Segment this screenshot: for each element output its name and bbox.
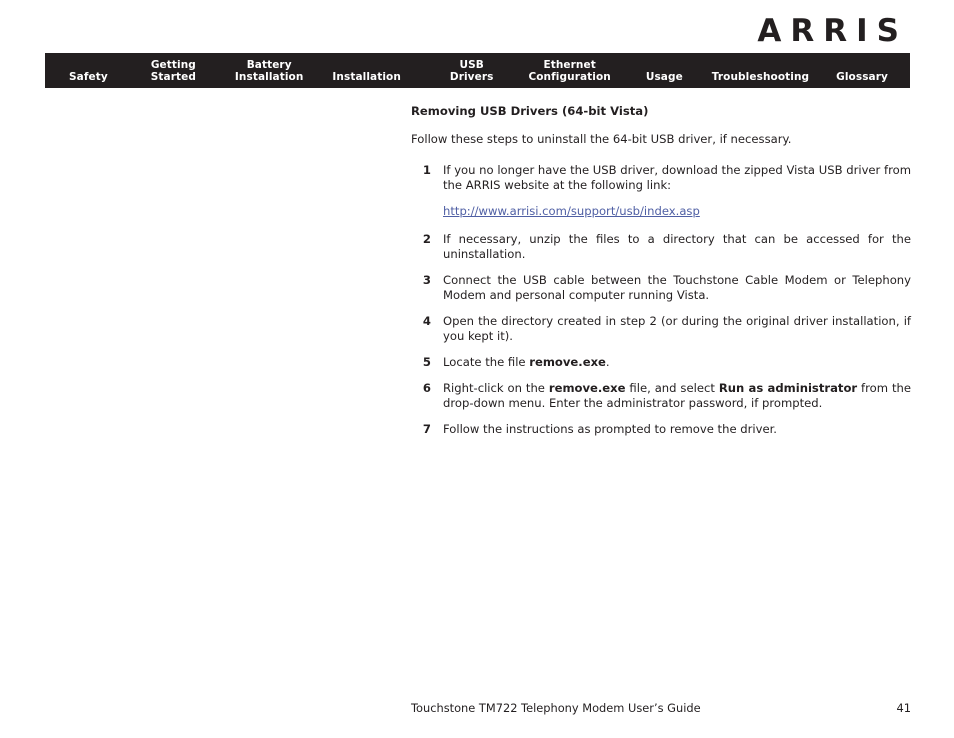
step-number: 3	[422, 273, 431, 287]
step-text-container: Locate the file remove.exe.	[443, 355, 911, 370]
page-title: Removing USB Drivers (64-bit Vista)	[411, 104, 649, 118]
step-text-before: Right-click on the	[443, 381, 549, 395]
nav-item-troubleshooting[interactable]: Troubleshooting	[710, 71, 811, 84]
step-number: 1	[422, 163, 431, 177]
procedure-step-list: 1 If you no longer have the USB driver, …	[411, 163, 911, 437]
step-text: Follow the instructions as prompted to r…	[443, 422, 777, 436]
nav-item-ethernet-configuration[interactable]: Ethernet Configuration	[526, 59, 612, 83]
step-link-container: http://www.arrisi.com/support/usb/index.…	[443, 204, 911, 219]
chapter-navigation-bar: Safety Getting Started Battery Installat…	[45, 53, 910, 88]
page-footer: Touchstone TM722 Telephony Modem User’s …	[411, 701, 911, 715]
brand-bar: ARRIS	[0, 14, 910, 48]
list-item: 7 Follow the instructions as prompted to…	[411, 422, 911, 437]
nav-item-glossary[interactable]: Glossary	[834, 71, 890, 84]
step-text: If you no longer have the USB driver, do…	[443, 163, 911, 192]
step-text-container: Right-click on the remove.exe file, and …	[443, 381, 911, 411]
list-item: 3 Connect the USB cable between the Touc…	[411, 273, 911, 303]
step-text-after: .	[605, 355, 610, 369]
page-number: 41	[896, 701, 912, 715]
nav-item-getting-started[interactable]: Getting Started	[149, 59, 198, 83]
step-text-bold-filename: remove.exe	[529, 355, 606, 369]
arris-logo: ARRIS	[757, 13, 908, 49]
step-text: Open the directory created in step 2 (or…	[443, 314, 911, 343]
step-text: If necessary, unzip the files to a direc…	[443, 232, 911, 261]
list-item: 6 Right-click on the remove.exe file, an…	[411, 381, 911, 411]
step-text: Connect the USB cable between the Touchs…	[443, 273, 911, 302]
intro-paragraph: Follow these steps to uninstall the 64-b…	[411, 132, 792, 146]
step-number: 7	[422, 422, 431, 436]
step-number: 5	[422, 355, 431, 369]
step-text-container: If you no longer have the USB driver, do…	[443, 163, 911, 221]
list-item: 5 Locate the file remove.exe.	[411, 355, 911, 370]
step-number: 4	[422, 314, 431, 328]
step-text-before: Locate the file	[443, 355, 530, 369]
list-item: 1 If you no longer have the USB driver, …	[411, 163, 911, 221]
list-item: 2 If necessary, unzip the files to a dir…	[411, 232, 911, 262]
step-number: 6	[422, 381, 431, 395]
nav-item-installation[interactable]: Installation	[330, 71, 403, 84]
usb-driver-download-link[interactable]: http://www.arrisi.com/support/usb/index.…	[443, 204, 700, 218]
nav-item-safety[interactable]: Safety	[67, 71, 110, 84]
step-number: 2	[422, 232, 431, 246]
list-item: 4 Open the directory created in step 2 (…	[411, 314, 911, 344]
footer-document-title: Touchstone TM722 Telephony Modem User’s …	[411, 701, 701, 715]
nav-item-battery-installation[interactable]: Battery Installation	[233, 59, 306, 83]
step-text-bold-filename: remove.exe	[548, 381, 626, 395]
nav-item-usb-drivers[interactable]: USB Drivers	[448, 59, 496, 83]
step-text-bold-menu-command: Run as administrator	[718, 381, 858, 395]
step-text-mid: file, and select	[625, 381, 719, 395]
page-content: Removing USB Drivers (64-bit Vista) Foll…	[411, 104, 911, 448]
nav-item-usage[interactable]: Usage	[644, 71, 685, 84]
